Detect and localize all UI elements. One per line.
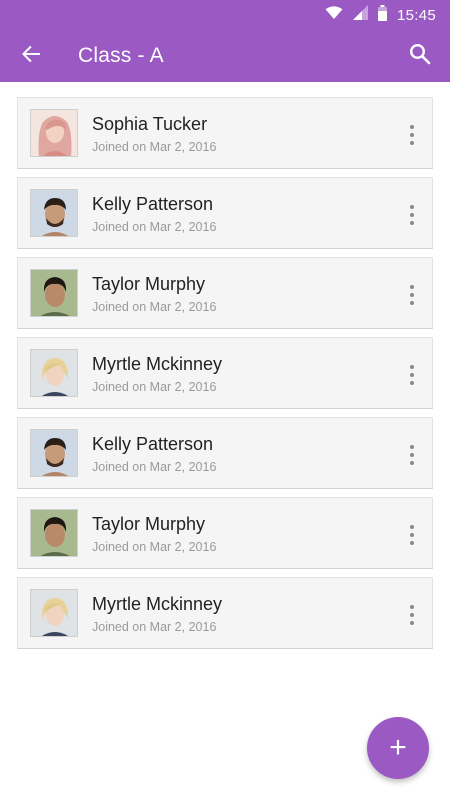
card-text: Kelly Patterson Joined on Mar 2, 2016 [92, 433, 216, 474]
wifi-icon [325, 5, 343, 25]
signal-icon [352, 5, 368, 25]
card-text: Taylor Murphy Joined on Mar 2, 2016 [92, 273, 216, 314]
student-name: Kelly Patterson [92, 193, 214, 214]
joined-date: Joined on Mar 2, 2016 [92, 459, 217, 474]
card-text: Myrtle Mckinney Joined on Mar 2, 2016 [92, 593, 222, 634]
plus-icon: + [389, 731, 407, 764]
student-card[interactable]: Taylor Murphy Joined on Mar 2, 2016 [17, 257, 433, 329]
student-name: Sophia Tucker [92, 113, 208, 134]
joined-date: Joined on Mar 2, 2016 [92, 299, 217, 314]
joined-date: Joined on Mar 2, 2016 [92, 539, 217, 554]
page-title: Class - A [78, 44, 164, 67]
avatar [30, 109, 78, 157]
joined-date: Joined on Mar 2, 2016 [92, 139, 217, 154]
avatar [30, 189, 78, 237]
more-vertical-icon [410, 365, 414, 385]
avatar [30, 349, 78, 397]
student-card[interactable]: Myrtle Mckinney Joined on Mar 2, 2016 [17, 577, 433, 649]
student-card[interactable]: Myrtle Mckinney Joined on Mar 2, 2016 [17, 337, 433, 409]
screen: 15:45 Class - A Sophia Tucker Joined on … [0, 0, 450, 800]
search-icon [409, 43, 431, 70]
more-vertical-icon [410, 605, 414, 625]
search-button[interactable] [404, 40, 436, 72]
student-card[interactable]: Kelly Patterson Joined on Mar 2, 2016 [17, 177, 433, 249]
avatar [30, 429, 78, 477]
more-options-button[interactable] [406, 202, 418, 226]
student-name: Taylor Murphy [92, 513, 206, 534]
student-name: Myrtle Mckinney [92, 353, 223, 374]
avatar [30, 589, 78, 637]
more-vertical-icon [410, 125, 414, 145]
avatar [30, 269, 78, 317]
card-text: Sophia Tucker Joined on Mar 2, 2016 [92, 113, 216, 154]
arrow-left-icon [19, 42, 43, 71]
more-options-button[interactable] [406, 442, 418, 466]
student-name: Kelly Patterson [92, 433, 214, 454]
more-vertical-icon [410, 285, 414, 305]
more-options-button[interactable] [406, 602, 418, 626]
app-bar: Class - A [0, 30, 450, 82]
back-button[interactable] [0, 30, 62, 82]
student-list: Sophia Tucker Joined on Mar 2, 2016 Kell… [17, 97, 433, 657]
battery-icon [377, 4, 387, 26]
card-text: Kelly Patterson Joined on Mar 2, 2016 [92, 193, 216, 234]
more-vertical-icon [410, 205, 414, 225]
more-options-button[interactable] [406, 122, 418, 146]
avatar [30, 509, 78, 557]
student-name: Myrtle Mckinney [92, 593, 223, 614]
status-time: 15:45 [396, 6, 436, 24]
more-vertical-icon [410, 525, 414, 545]
card-text: Myrtle Mckinney Joined on Mar 2, 2016 [92, 353, 222, 394]
status-bar: 15:45 [0, 0, 450, 30]
more-options-button[interactable] [406, 522, 418, 546]
student-card[interactable]: Kelly Patterson Joined on Mar 2, 2016 [17, 417, 433, 489]
joined-date: Joined on Mar 2, 2016 [92, 219, 217, 234]
add-student-button[interactable]: + [367, 717, 429, 779]
student-card[interactable]: Sophia Tucker Joined on Mar 2, 2016 [17, 97, 433, 169]
more-options-button[interactable] [406, 282, 418, 306]
card-text: Taylor Murphy Joined on Mar 2, 2016 [92, 513, 216, 554]
joined-date: Joined on Mar 2, 2016 [92, 619, 217, 634]
student-name: Taylor Murphy [92, 273, 206, 294]
more-options-button[interactable] [406, 362, 418, 386]
student-card[interactable]: Taylor Murphy Joined on Mar 2, 2016 [17, 497, 433, 569]
more-vertical-icon [410, 445, 414, 465]
joined-date: Joined on Mar 2, 2016 [92, 379, 217, 394]
